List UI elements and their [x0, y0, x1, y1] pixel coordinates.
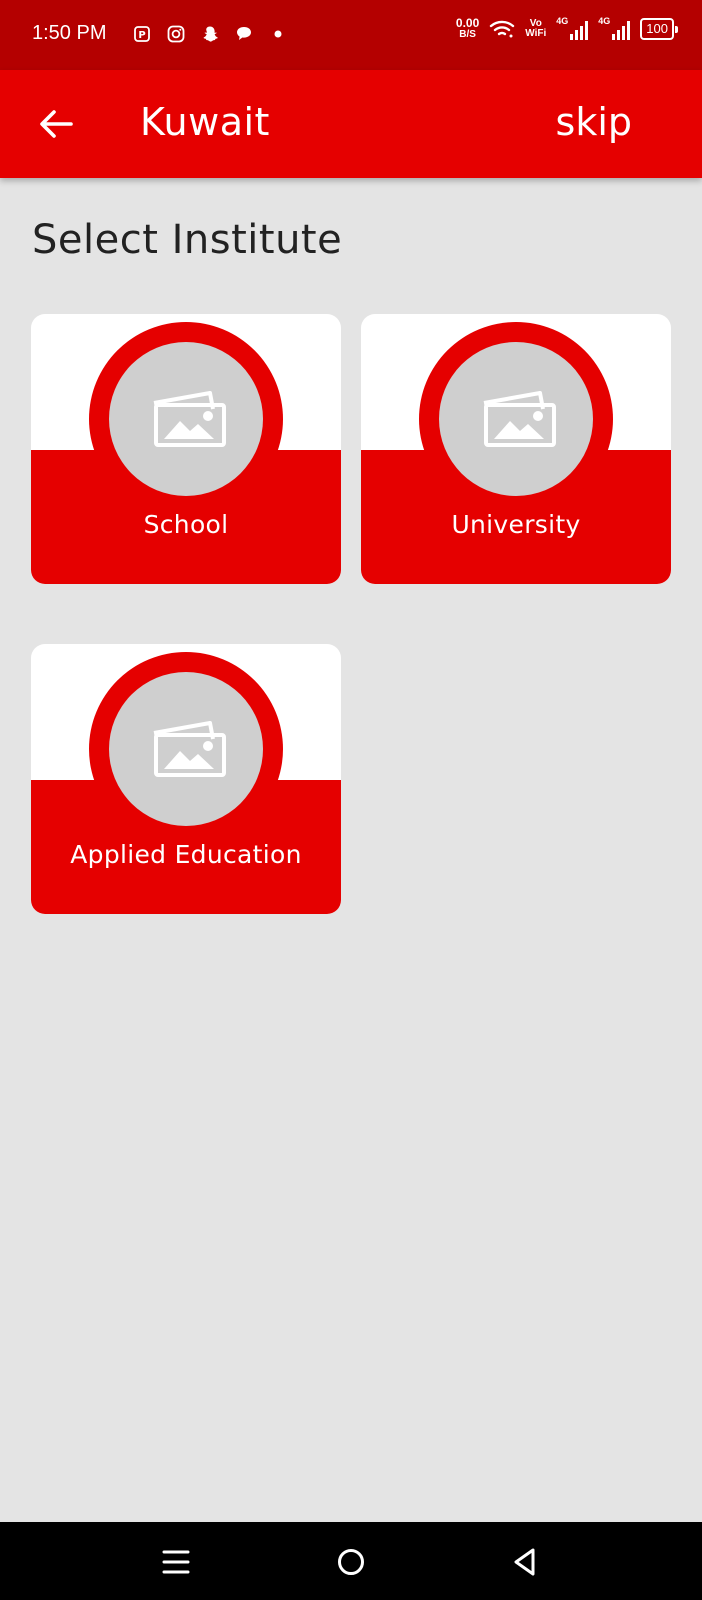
menu-icon — [162, 1550, 190, 1574]
battery-level: 100 — [646, 21, 668, 36]
institute-card-applied-education[interactable]: Applied Education — [31, 644, 341, 914]
image-placeholder-icon — [109, 672, 263, 826]
notification-icons: P — [132, 24, 288, 44]
signal-icon: 4G — [556, 16, 589, 40]
network-speed-unit: B/S — [459, 29, 476, 40]
dot-icon — [268, 24, 288, 44]
arrow-left-icon — [40, 110, 73, 138]
phonepe-icon: P — [132, 24, 152, 44]
card-label: School — [143, 510, 229, 539]
network-speed-value: 0.00 — [455, 16, 480, 30]
page-title: Kuwait — [140, 100, 270, 144]
instagram-icon — [166, 24, 186, 44]
home-icon — [338, 1549, 364, 1575]
system-nav-bar — [0, 1522, 702, 1600]
card-label: University — [451, 510, 581, 539]
status-time: 1:50 PM — [32, 22, 107, 44]
status-bar: 1:50 PM P 0.00 B/S Vo WiFi 4G 4G 100 — [0, 0, 702, 70]
signal-icon-2: 4G — [598, 16, 631, 40]
institute-card-university[interactable]: University — [361, 314, 671, 584]
card-label: Applied Education — [70, 840, 302, 869]
vowifi-indicator: Vo WiFi — [525, 19, 546, 39]
snapchat-icon — [200, 24, 220, 44]
back-button[interactable] — [34, 102, 78, 146]
vowifi-bottom: WiFi — [525, 28, 547, 39]
chat-icon — [234, 24, 254, 44]
svg-text:P: P — [138, 30, 145, 41]
home-button[interactable] — [331, 1542, 371, 1582]
back-icon — [514, 1548, 535, 1576]
battery-icon: 100 — [640, 18, 678, 40]
institute-card-school[interactable]: School — [31, 314, 341, 584]
wifi-icon — [489, 18, 515, 40]
network-speed: 0.00 B/S — [455, 16, 480, 40]
section-title: Select Institute — [32, 217, 343, 263]
signal-label: 4G — [556, 16, 569, 26]
signal-label-2: 4G — [598, 16, 611, 26]
back-nav-button[interactable] — [505, 1542, 545, 1582]
status-right: 0.00 B/S Vo WiFi 4G 4G 100 — [455, 16, 678, 40]
skip-button[interactable]: skip — [556, 100, 632, 144]
app-bar: Kuwait skip — [0, 70, 702, 178]
menu-button[interactable] — [156, 1542, 196, 1582]
image-placeholder-icon — [109, 342, 263, 496]
image-placeholder-icon — [439, 342, 593, 496]
